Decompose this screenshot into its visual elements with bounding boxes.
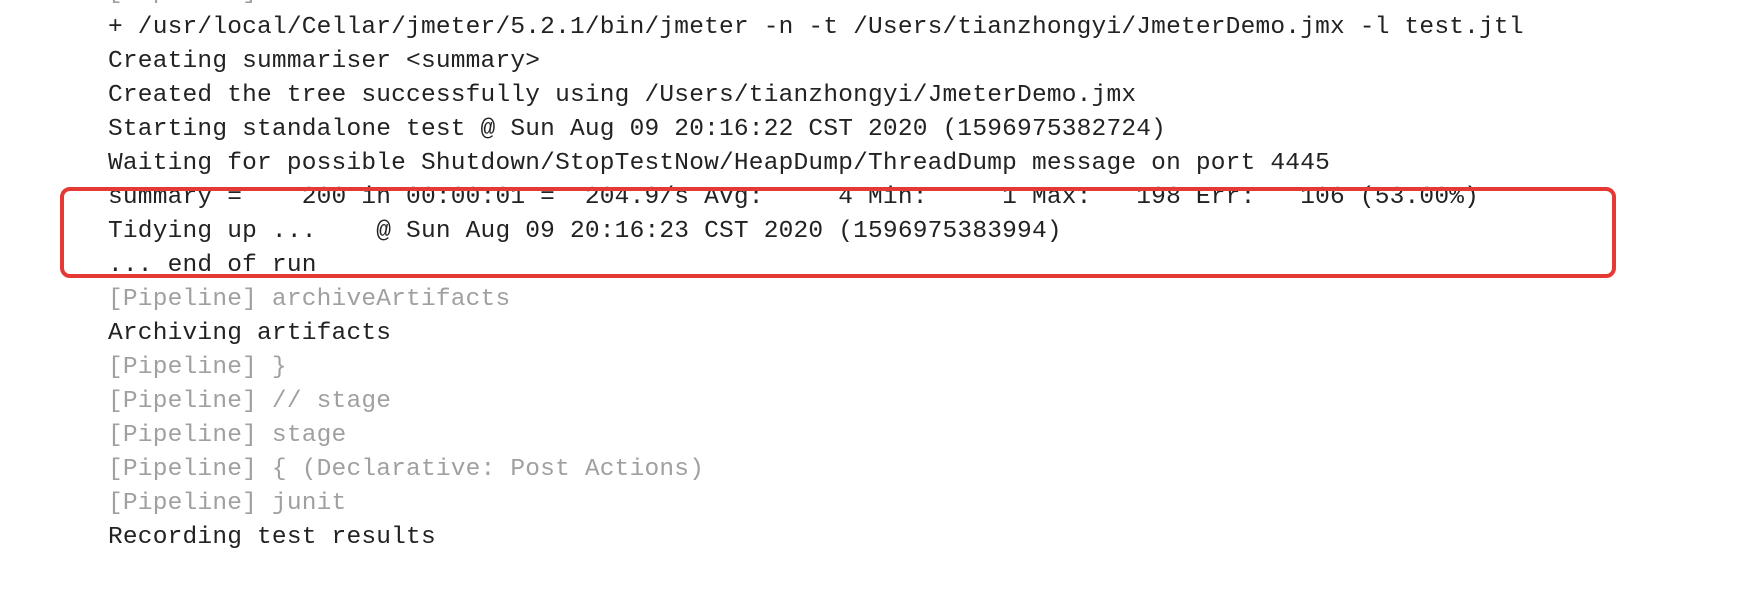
console-line: [Pipeline] archiveArtifacts — [108, 286, 511, 313]
console-line: ... end of run — [108, 252, 317, 279]
console-line: Creating summariser <summary> — [108, 48, 541, 75]
console-line: Recording test results — [108, 524, 436, 551]
console-line: [Pipeline] junit — [108, 490, 347, 517]
tidying-line: Tidying up ... @ Sun Aug 09 20:16:23 CST… — [108, 218, 1062, 245]
console-line: + /usr/local/Cellar/jmeter/5.2.1/bin/jme… — [108, 14, 1524, 41]
console-line: Archiving artifacts — [108, 320, 392, 347]
console-line: [Pipeline] stage — [108, 422, 347, 449]
console-output: [Pipeline] sh + /usr/local/Cellar/jmeter… — [0, 0, 1754, 594]
console-line: [Pipeline] // stage — [108, 388, 392, 415]
console-line: Created the tree successfully using /Use… — [108, 82, 1137, 109]
console-line: [Pipeline] } — [108, 354, 287, 381]
console-line: Starting standalone test @ Sun Aug 09 20… — [108, 116, 1167, 143]
summary-line: summary = 200 in 00:00:01 = 204.9/s Avg:… — [108, 184, 1480, 211]
console-line: [Pipeline] { (Declarative: Post Actions) — [108, 456, 705, 483]
console-line: Waiting for possible Shutdown/StopTestNo… — [108, 150, 1330, 177]
